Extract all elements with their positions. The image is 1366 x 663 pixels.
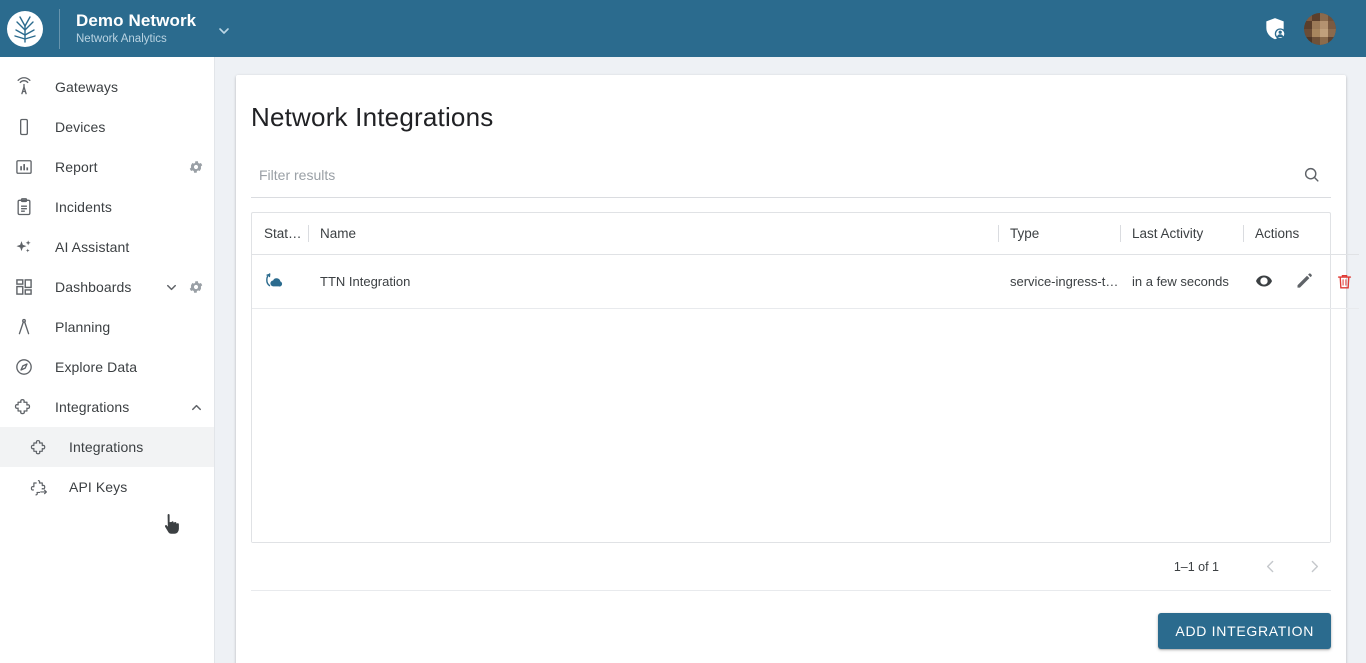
bar-chart-icon [12, 155, 36, 179]
top-bar-actions [1262, 12, 1336, 45]
column-header-type[interactable]: Type [998, 213, 1120, 255]
top-app-bar: Demo Network Network Analytics [0, 0, 1366, 57]
column-header-name[interactable]: Name [308, 213, 998, 255]
sidebar-item-ai-assistant[interactable]: AI Assistant [0, 227, 214, 267]
app-logo[interactable] [1, 5, 49, 53]
sidebar-item-integrations[interactable]: Integrations [0, 427, 214, 467]
brand-subtitle: Network Analytics [76, 32, 167, 45]
clipboard-icon [12, 195, 36, 219]
eye-icon [1254, 271, 1274, 291]
mouse-cursor-pointer [163, 512, 183, 536]
device-icon [12, 115, 36, 139]
sidebar: Gateways Devices Report Incidents AI Ass… [0, 57, 215, 663]
sidebar-item-label: Gateways [55, 79, 119, 95]
sidebar-item-label: AI Assistant [55, 239, 130, 255]
sidebar-item-api-keys[interactable]: API Keys [0, 467, 214, 507]
search-input[interactable] [251, 165, 1291, 184]
search-button[interactable] [1291, 155, 1331, 195]
chevron-down-icon[interactable] [216, 23, 232, 39]
logo-icon [7, 10, 43, 47]
sidebar-item-label: Planning [55, 319, 111, 335]
pencil-icon [1294, 271, 1314, 291]
chevron-down-icon[interactable] [164, 280, 179, 295]
add-integration-button[interactable]: ADD INTEGRATION [1158, 613, 1331, 649]
sidebar-item-integrations-group[interactable]: Integrations [0, 387, 214, 427]
table-header-row: Stat… Name Type Last Activity Actions [252, 213, 1359, 255]
brand-divider [59, 8, 60, 49]
puzzle-key-icon [27, 475, 51, 499]
sidebar-item-label: Report [55, 159, 98, 175]
gear-icon[interactable] [188, 279, 204, 295]
row-action-buttons [1245, 270, 1359, 292]
sidebar-item-dashboards[interactable]: Dashboards [0, 267, 214, 307]
sidebar-item-devices[interactable]: Devices [0, 107, 214, 147]
integrations-table-container: Stat… Name Type Last Activity Actions TT… [251, 212, 1359, 543]
sparkles-icon [12, 235, 36, 259]
sidebar-item-label: Incidents [55, 199, 112, 215]
table-empty-space [252, 308, 1330, 542]
sidebar-item-label: Explore Data [55, 359, 138, 375]
cell-status [252, 254, 308, 309]
cloud-sync-icon [264, 270, 284, 290]
integrations-table: Stat… Name Type Last Activity Actions TT… [252, 213, 1359, 309]
sidebar-item-explore-data[interactable]: Explore Data [0, 347, 214, 387]
brand-block: Demo Network Network Analytics [76, 11, 196, 47]
sidebar-item-trailing [188, 159, 204, 175]
sidebar-item-planning[interactable]: Planning [0, 307, 214, 347]
sidebar-item-label: Devices [55, 119, 106, 135]
column-header-actions: Actions [1243, 213, 1359, 255]
brand-title: Demo Network [76, 10, 197, 30]
next-page-button[interactable] [1297, 550, 1331, 584]
main-content: Network Integrations Stat… Name Type [215, 57, 1366, 663]
pagination-range: 1–1 of 1 [1173, 559, 1219, 574]
puzzle-icon [27, 435, 51, 459]
cell-actions [1243, 254, 1359, 309]
sidebar-item-report[interactable]: Report [0, 147, 214, 187]
avatar[interactable] [1304, 12, 1336, 45]
dashboard-grid-icon [12, 275, 36, 299]
delete-button[interactable] [1333, 270, 1355, 292]
card-footer-actions: ADD INTEGRATION [236, 591, 1346, 649]
cell-name: TTN Integration [308, 254, 998, 309]
sidebar-item-label: Integrations [69, 439, 144, 455]
table-header: Stat… Name Type Last Activity Actions [252, 213, 1359, 255]
table-row[interactable]: TTN Integration service-ingress-tt… in a… [252, 254, 1359, 309]
compass-draw-icon [12, 315, 36, 339]
chevron-up-icon[interactable] [189, 400, 204, 415]
previous-page-button[interactable] [1253, 550, 1287, 584]
sidebar-item-trailing [164, 279, 204, 295]
edit-button[interactable] [1293, 270, 1315, 292]
antenna-icon [12, 75, 36, 99]
search-icon [1302, 165, 1321, 184]
cell-last-activity: in a few seconds [1120, 254, 1243, 309]
filter-bar [251, 152, 1331, 198]
chevron-left-icon [1262, 558, 1279, 575]
view-button[interactable] [1253, 270, 1275, 292]
sidebar-item-incidents[interactable]: Incidents [0, 187, 214, 227]
column-header-status[interactable]: Stat… [252, 213, 308, 255]
sidebar-item-gateways[interactable]: Gateways [0, 67, 214, 107]
page-title: Network Integrations [251, 102, 494, 132]
integrations-card: Network Integrations Stat… Name Type [236, 75, 1359, 663]
chevron-right-icon [1306, 558, 1323, 575]
cell-type: service-ingress-tt… [998, 254, 1120, 309]
explore-icon [12, 355, 36, 379]
sidebar-item-trailing [189, 400, 204, 415]
pagination: 1–1 of 1 [251, 543, 1331, 591]
shield-account-icon[interactable] [1262, 16, 1288, 42]
sidebar-item-label: Dashboards [55, 279, 132, 295]
puzzle-icon [12, 395, 36, 419]
gear-icon[interactable] [188, 159, 204, 175]
trash-icon [1335, 272, 1354, 291]
sidebar-item-label: API Keys [69, 479, 128, 495]
table-body: TTN Integration service-ingress-tt… in a… [252, 254, 1359, 309]
sidebar-item-label: Integrations [55, 399, 130, 415]
column-header-last-activity[interactable]: Last Activity [1120, 213, 1243, 255]
